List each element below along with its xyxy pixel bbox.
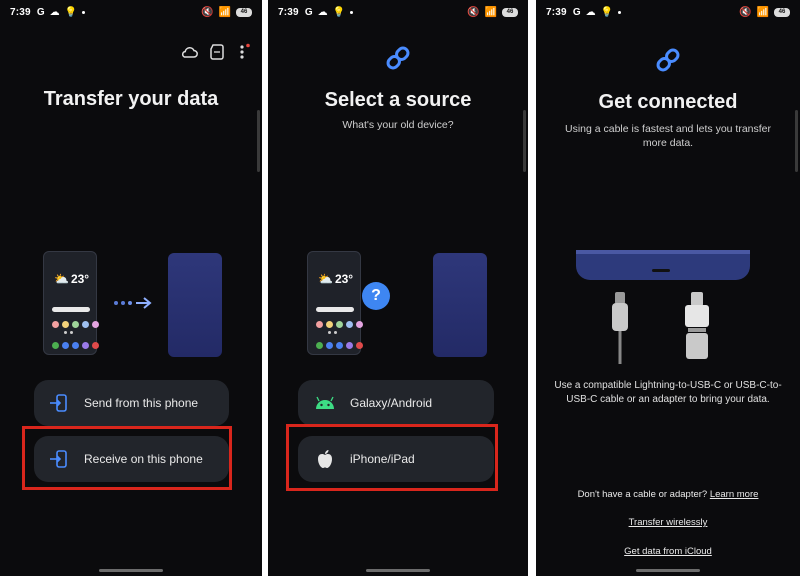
status-time: 7:39 [546, 6, 567, 18]
home-indicator[interactable] [366, 569, 430, 572]
weather-sun-icon: ⛅ [318, 272, 333, 286]
notification-dot-icon [350, 10, 354, 14]
page-subtitle: What's your old device? [342, 119, 454, 131]
bulb-status-icon: 💡 [64, 6, 78, 18]
cloud-status-icon: ☁ [49, 6, 60, 18]
send-button-label: Send from this phone [84, 396, 199, 410]
screen-get-connected: 7:39 G ☁ 💡 🔇 📶 46 Get connected Using a … [536, 0, 800, 576]
send-phone-icon [48, 392, 70, 414]
bulb-status-icon: 💡 [600, 6, 614, 18]
cloud-status-icon: ☁ [585, 6, 596, 18]
mute-icon: 🔇 [201, 6, 214, 18]
transfer-wirelessly-link[interactable]: Transfer wirelessly [629, 517, 708, 528]
transfer-arrow-icon [114, 297, 152, 309]
battery-icon: 46 [236, 7, 252, 17]
scrollbar[interactable] [795, 110, 798, 172]
cable-instructions: Use a compatible Lightning-to-USB-C or U… [554, 380, 782, 405]
mute-icon: 🔇 [467, 6, 480, 18]
old-phone-illustration: ⛅ 23° [43, 251, 99, 355]
send-from-this-phone-button[interactable]: Send from this phone [34, 380, 229, 426]
cable-connection-illustration [576, 250, 750, 364]
status-bar: 7:39 G ☁ 💡 🔇 📶 46 [546, 5, 790, 19]
mute-icon: 🔇 [739, 6, 752, 18]
scrollbar[interactable] [523, 110, 526, 172]
battery-icon: 46 [774, 7, 790, 17]
no-cable-row: Don't have a cable or adapter? Learn mor… [536, 489, 800, 500]
highlight-box [286, 424, 498, 491]
screen-select-a-source: 7:39 G ☁ 💡 🔇 📶 46 Select a source What's… [268, 0, 528, 576]
bulb-status-icon: 💡 [332, 6, 346, 18]
screen-transfer-your-data: 7:39 G ☁ 💡 🔇 📶 46 Transfer your data ⛅ 23… [0, 0, 262, 576]
status-bar: 7:39 G ☁ 💡 🔇 📶 46 [278, 5, 518, 19]
weather-temp: 23° [334, 272, 354, 286]
page-title: Select a source [324, 89, 472, 111]
new-phone-illustration [168, 253, 222, 357]
status-bar: 7:39 G ☁ 💡 🔇 📶 46 [10, 5, 252, 19]
question-mark: ? [371, 287, 381, 304]
question-bubble: ? [362, 282, 390, 310]
status-time: 7:39 [278, 6, 299, 18]
weather-temp: 23° [70, 272, 90, 286]
android-icon [314, 392, 336, 414]
galaxy-android-button[interactable]: Galaxy/Android [298, 380, 494, 426]
no-cable-text: Don't have a cable or adapter? [577, 489, 708, 500]
notification-dot-icon [618, 10, 622, 14]
page-subtitle: Using a cable is fastest and lets you tr… [564, 123, 772, 149]
new-phone-illustration [433, 253, 487, 357]
carrier-label: G [36, 6, 45, 18]
wifi-icon: 📶 [484, 6, 497, 18]
link-icon [656, 48, 680, 72]
get-data-from-icloud-link[interactable]: Get data from iCloud [624, 546, 712, 557]
home-indicator[interactable] [636, 569, 700, 572]
carrier-label: G [572, 6, 581, 18]
more-vert-icon[interactable] [237, 43, 251, 61]
scrollbar[interactable] [257, 110, 260, 172]
home-indicator[interactable] [99, 569, 163, 572]
highlight-box [22, 426, 232, 490]
wifi-icon: 📶 [756, 6, 769, 18]
cloud-icon[interactable] [180, 45, 198, 59]
wifi-icon: 📶 [218, 6, 231, 18]
battery-icon: 46 [502, 7, 518, 17]
old-phone-illustration: ⛅ 23° [307, 251, 363, 355]
status-time: 7:39 [10, 6, 31, 18]
carrier-label: G [304, 6, 313, 18]
weather-sun-icon: ⛅ [54, 272, 69, 286]
galaxy-android-label: Galaxy/Android [350, 396, 433, 410]
link-icon [386, 46, 410, 70]
notification-dot-icon [82, 10, 86, 14]
learn-more-link[interactable]: Learn more [710, 489, 759, 500]
sd-card-icon[interactable] [210, 44, 224, 60]
page-title: Transfer your data [43, 88, 219, 110]
page-title: Get connected [598, 91, 738, 113]
cloud-status-icon: ☁ [317, 6, 328, 18]
